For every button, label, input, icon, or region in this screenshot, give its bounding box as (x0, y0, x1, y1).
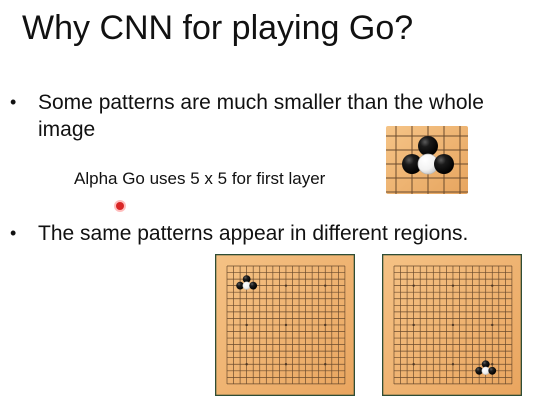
go-board-icon (382, 254, 522, 396)
go-board-left (215, 254, 355, 396)
bullet-dot-icon: • (10, 92, 17, 112)
bullet-dot-icon: • (10, 223, 17, 243)
go-stone-pattern-icon (386, 126, 468, 194)
go-board-right (382, 254, 522, 396)
go-pattern-crop (386, 126, 468, 194)
slide: Why CNN for playing Go? • Some patterns … (0, 0, 556, 403)
bullet-item-patterns-regions: • The same patterns appear in different … (10, 220, 530, 247)
go-board-icon (215, 254, 355, 396)
bullet-text: The same patterns appear in different re… (38, 222, 469, 245)
alpha-go-note: Alpha Go uses 5 x 5 for first layer (74, 169, 326, 188)
laser-pointer-icon (116, 202, 124, 210)
slide-title: Why CNN for playing Go? (22, 9, 414, 47)
